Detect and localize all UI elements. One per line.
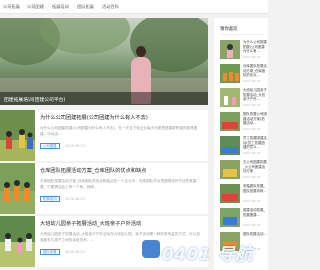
sidebar-item-title[interactable]: 为什么公司团建拓展(公司团建为什么有... [243, 40, 268, 54]
sidebar-item-title[interactable]: 员工拓展团建活动(员工拓展团建的意义... [243, 136, 268, 150]
sidebar-item[interactable]: 为什么公司团建拓展(公司团建为什么有... 2024-08-23 [220, 40, 268, 62]
sidebar-item[interactable]: 安踏团队拓展_团队拓展训练... 2024-08-23 [220, 184, 268, 206]
article-date: 2024-08-23 [65, 144, 85, 148]
article-date: 2024-08-23 [65, 250, 85, 254]
sidebar-item-title[interactable]: 团建活动拓展_拓展团建... [243, 208, 268, 222]
watermark-url: www.0401.net [164, 260, 195, 265]
sidebar-item[interactable]: 大班幼儿园亲子拓展活动_大班亲子户外... 2024-08-23 [220, 88, 268, 110]
article-date: 2024-08-23 [65, 197, 85, 201]
sidebar-item[interactable]: 团建活动拓展_拓展团建... 2024-08-23 [220, 208, 268, 230]
sidebar-item-date: 2024-08-23 [243, 175, 261, 179]
sidebar-item-title[interactable]: 仓库团队拓展活动方案_仓库团队的优点... [243, 64, 268, 78]
sidebar-divider [220, 34, 264, 35]
sidebar-item-date: 2024-08-23 [243, 55, 261, 59]
article-title[interactable]: 大班幼儿园亲子拓展活动_大班亲子户外活动 [40, 220, 205, 227]
sidebar-item[interactable]: 员工拓展团建活动(员工拓展团建的意义... 2024-08-23 [220, 136, 268, 158]
article-card[interactable]: 为什么公司团建拓展(公司团建为什么有人不去) 为什么公司团建拓展(公司团建为什么… [0, 110, 208, 161]
hero-banner[interactable]: 团建拓展培训(团建公司平台) [0, 18, 208, 105]
article-thumbnail[interactable] [0, 216, 35, 267]
sidebar-item-date: 2024-08-23 [243, 223, 261, 227]
article-thumbnail[interactable] [0, 110, 35, 161]
article-excerpt: 仓库团队拓展活动方案_仓库团队的优点和缺点在一个企业中，仓库团队作为资源物流环节… [40, 179, 197, 189]
article-excerpt: 为什么公司团建拓展(公司团建为什么有人不去)，在一天当下较企业每天为更是搭建更积… [40, 126, 198, 136]
sidebar-thumbnail[interactable] [220, 208, 240, 227]
hero-caption[interactable]: 团建拓展培训(团建公司平台) [0, 92, 208, 105]
watermark-logo-icon [142, 240, 160, 258]
sidebar-heading: 猜你喜欢 [220, 27, 238, 32]
article-category-tag[interactable]: 团队拓展 [40, 249, 60, 255]
sidebar-item-title[interactable]: 五公司团建拓展_小公司团建活动方案 [243, 160, 268, 174]
nav-item-team-expansion[interactable]: 团队拓展 [77, 4, 94, 10]
sidebar-thumbnail[interactable] [220, 88, 240, 107]
nav-item-company-expansion[interactable]: 公司拓展 [3, 4, 20, 10]
sidebar-item-date: 2024-08-23 [243, 79, 261, 83]
article-thumbnail[interactable] [0, 163, 35, 214]
sidebar-item-date: 2024-08-23 [243, 199, 261, 203]
nav-item-company-teambuilding[interactable]: 公司团建 [27, 4, 44, 10]
watermark-logo: 0401 导航 www.0401.net [140, 238, 268, 270]
sidebar-item[interactable]: 五公司团建拓展_小公司团建活动方案 2024-08-23 [220, 160, 268, 182]
sidebar-thumbnail[interactable] [220, 184, 240, 203]
sidebar-item-title[interactable]: 安踏团队拓展_团队拓展训练... [243, 184, 268, 198]
article-category-tag[interactable]: 公司团建 [40, 143, 60, 149]
sidebar-recommended: 猜你喜欢 为什么公司团建拓展(公司团建为什么有... 2024-08-23 仓库… [214, 18, 268, 270]
sidebar-item-date: 2024-08-23 [243, 151, 261, 155]
top-nav: 公司拓展 公司团建 拓展培训 团队拓展 活动百科 [0, 0, 268, 14]
sidebar-thumbnail[interactable] [220, 40, 240, 59]
sidebar-thumbnail[interactable] [220, 160, 240, 179]
article-category-tag[interactable]: 拓展培训 [40, 196, 60, 202]
sidebar-item-title[interactable]: 大班幼儿园亲子拓展活动_大班亲子户外... [243, 88, 268, 102]
nav-item-activity-wiki[interactable]: 活动百科 [102, 4, 119, 10]
sidebar-thumbnail[interactable] [220, 64, 240, 83]
sidebar-item[interactable]: 团队拓展公司团建活动方案(拓展活动... 2024-08-23 [220, 112, 268, 134]
sidebar-thumbnail[interactable] [220, 136, 240, 155]
sidebar-item-date: 2024-08-23 [243, 103, 261, 107]
sidebar-item-title[interactable]: 团队拓展公司团建活动方案(拓展活动... [243, 112, 268, 126]
article-title[interactable]: 为什么公司团建拓展(公司团建为什么有人不去) [40, 114, 205, 121]
article-card[interactable]: 仓库团队拓展活动方案_仓库团队的优点和缺点 仓库团队拓展活动方案_仓库团队的优点… [0, 163, 208, 214]
sidebar-thumbnail[interactable] [220, 112, 240, 131]
sidebar-item-date: 2024-08-23 [243, 127, 261, 131]
sidebar-item[interactable]: 仓库团队拓展活动方案_仓库团队的优点... 2024-08-23 [220, 64, 268, 86]
article-title[interactable]: 仓库团队拓展活动方案_仓库团队的优点和缺点 [40, 167, 205, 174]
nav-item-expansion-training[interactable]: 拓展培训 [52, 4, 69, 10]
